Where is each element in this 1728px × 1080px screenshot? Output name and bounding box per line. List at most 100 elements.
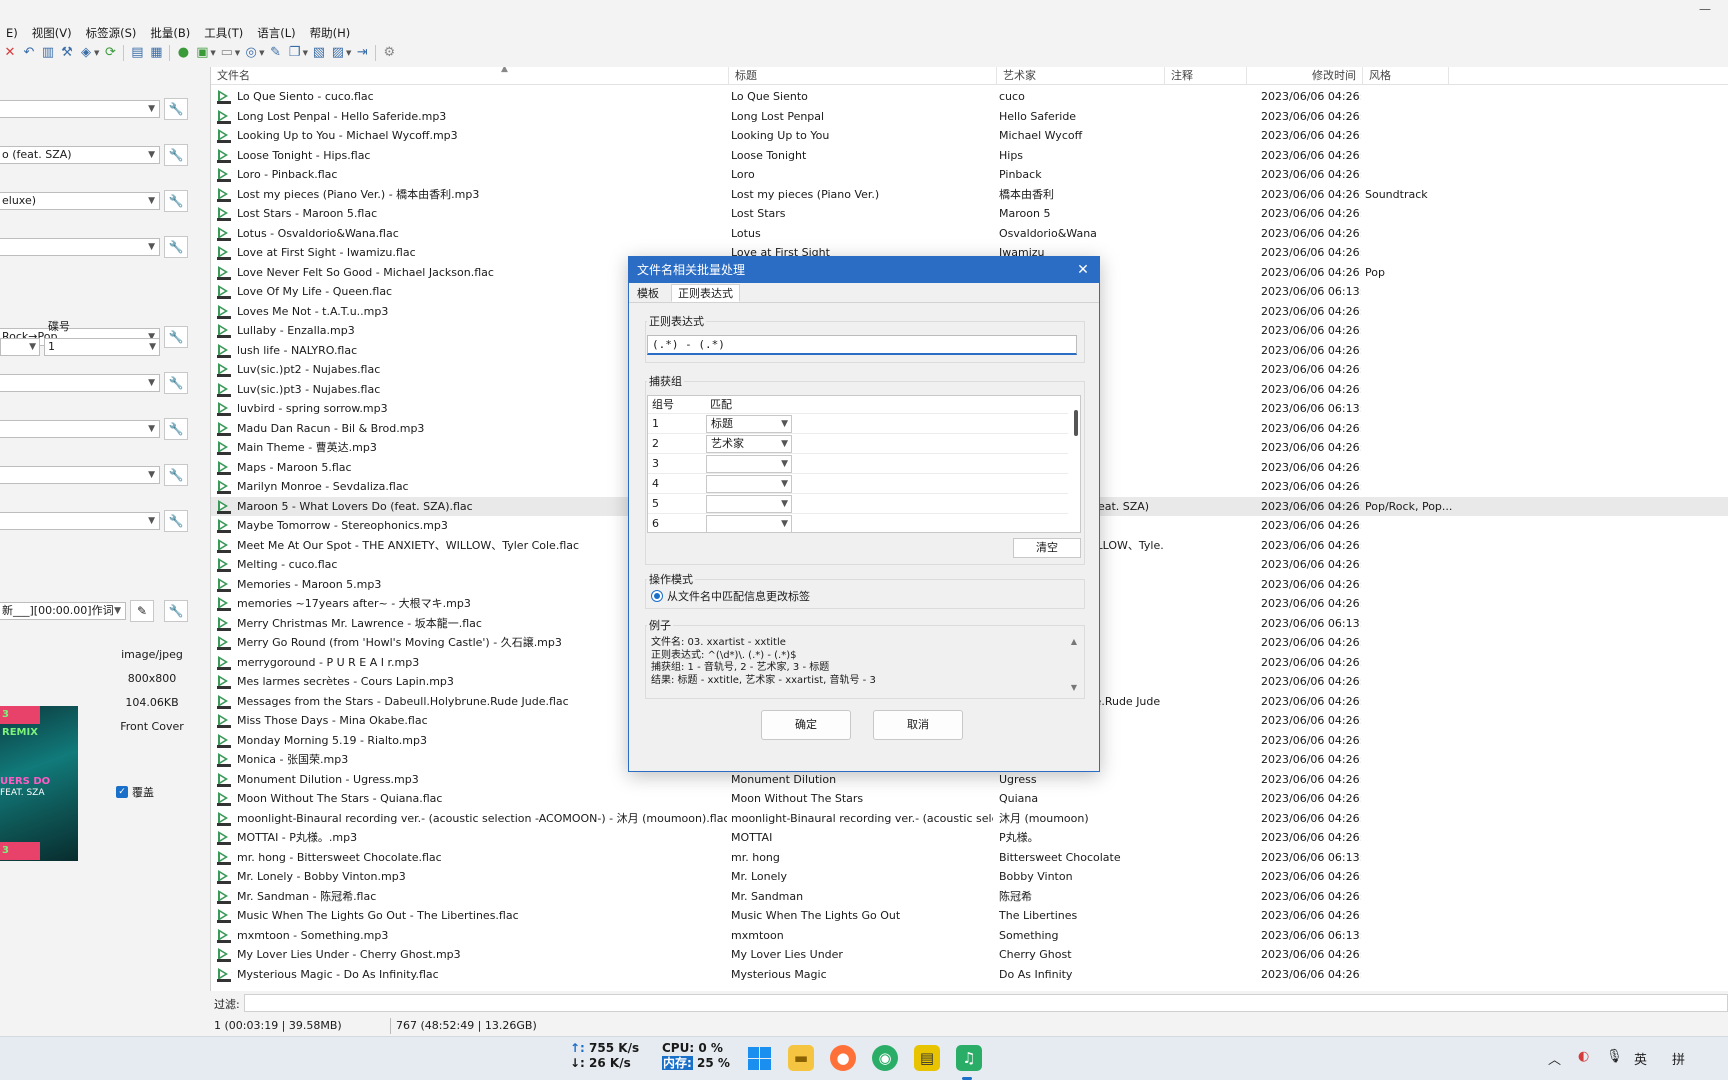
tag-field-tools-button[interactable]: 🔧 bbox=[164, 510, 188, 532]
wechat-icon[interactable]: ◉ bbox=[872, 1045, 898, 1071]
capture-select[interactable]: ▼ bbox=[706, 455, 792, 473]
column-header[interactable]: 注释 bbox=[1165, 67, 1247, 85]
album-cover[interactable]: 3 REMIX UERS DO FEAT. SZA 3 REMIX bbox=[0, 706, 78, 861]
lyrics-tools-button[interactable]: 🔧 bbox=[164, 600, 188, 622]
menu-item[interactable]: 标签源(S) bbox=[80, 24, 145, 42]
hammer-icon[interactable]: ✎ bbox=[268, 45, 284, 61]
mode-radio-option[interactable]: 从文件名中匹配信息更改标签 bbox=[651, 588, 810, 604]
tag-field-tools-button[interactable]: 🔧 bbox=[164, 190, 188, 212]
file-explorer-icon[interactable]: ▬ bbox=[788, 1045, 814, 1071]
menu-item[interactable]: 帮助(H) bbox=[304, 24, 359, 42]
tag-field-combo[interactable]: o (feat. SZA) ▼ bbox=[0, 146, 160, 164]
column-header[interactable]: 标题 bbox=[729, 67, 997, 85]
table-row[interactable]: Looking Up to You - Michael Wycoff.mp3 Lo… bbox=[211, 126, 1728, 146]
table-row[interactable]: Lotus - Osvaldorio&Wana.flac Lotus Osvaldo… bbox=[211, 224, 1728, 244]
tag-field-combo[interactable]: ▼ bbox=[0, 512, 160, 530]
table-row[interactable]: Loro - Pinback.flac Loro Pinback 2023/06/06… bbox=[211, 165, 1728, 185]
table-row[interactable]: My Lover Lies Under - Cherry Ghost.mp3 My… bbox=[211, 945, 1728, 965]
chevron-up-icon[interactable]: ︿ bbox=[1548, 1049, 1561, 1068]
tag-field-combo[interactable]: ▼ bbox=[0, 420, 160, 438]
abc-icon[interactable]: ▭ bbox=[219, 45, 235, 61]
menu-item[interactable]: 批量(B) bbox=[144, 24, 198, 42]
minimize-button[interactable]: — bbox=[1682, 0, 1728, 24]
table-row[interactable]: Lo Que Siento - cuco.flac Lo Que Siento cu… bbox=[211, 87, 1728, 107]
table-row[interactable]: Long Lost Penpal - Hello Saferide.mp3 Lon… bbox=[211, 107, 1728, 127]
batch-icon[interactable]: ▧ bbox=[311, 45, 327, 61]
menu-item[interactable]: 语言(L) bbox=[251, 24, 303, 42]
table-row[interactable]: mr. hong - Bittersweet Chocolate.flac mr.… bbox=[211, 848, 1728, 868]
overwrite-checkbox[interactable]: ✓ 覆盖 bbox=[116, 784, 154, 800]
table-row[interactable]: mxmtoon - Something.mp3 mxmtoon Something 2… bbox=[211, 926, 1728, 946]
column-header[interactable]: 修改时间 bbox=[1247, 67, 1363, 85]
capture-select[interactable]: ▼ bbox=[706, 475, 792, 493]
ime-language[interactable]: 英 bbox=[1634, 1049, 1647, 1068]
tag-field-tools-button[interactable]: 🔧 bbox=[164, 144, 188, 166]
ok-button[interactable]: 确定 bbox=[761, 710, 851, 740]
capture-select[interactable]: ▼ bbox=[706, 495, 792, 513]
capture-select[interactable]: 艺术家 ▼ bbox=[706, 435, 792, 453]
tag-field-tools-button[interactable]: 🔧 bbox=[164, 418, 188, 440]
grid-view-icon[interactable]: ▦ bbox=[148, 45, 164, 61]
delete-icon[interactable]: ✕ bbox=[2, 45, 18, 61]
table-row[interactable]: Mr. Sandman - 陈冠希.flac Mr. Sandman 陈冠希 2023… bbox=[211, 887, 1728, 907]
chevron-down-icon[interactable]: ▼ bbox=[235, 49, 240, 57]
column-header[interactable]: 文件名 bbox=[211, 67, 729, 85]
image-icon[interactable]: ▣ bbox=[194, 45, 210, 61]
ime-mode[interactable]: 拼 bbox=[1672, 1049, 1685, 1068]
windows-start-icon[interactable] bbox=[746, 1045, 772, 1071]
column-header[interactable]: 风格 bbox=[1363, 67, 1449, 85]
wrench-icon[interactable]: ⚒ bbox=[59, 45, 75, 61]
chevron-down-icon[interactable]: ▼ bbox=[94, 49, 99, 57]
filter-input[interactable] bbox=[244, 994, 1728, 1012]
table-row[interactable]: moonlight-Binaural recording ver.- (acou… bbox=[211, 809, 1728, 829]
table-row[interactable]: Loose Tonight - Hips.flac Loose Tonight Hi… bbox=[211, 146, 1728, 166]
chevron-down-icon[interactable]: ▼ bbox=[346, 49, 351, 57]
tag-field-tools-button[interactable]: 🔧 bbox=[164, 372, 188, 394]
capture-select[interactable]: ▼ bbox=[706, 515, 792, 532]
capture-scrollbar[interactable] bbox=[1074, 410, 1078, 436]
microphone-icon[interactable]: 🎙 bbox=[1606, 1049, 1623, 1064]
tag-field-tools-button[interactable]: 🔧 bbox=[164, 236, 188, 258]
notes-app-icon[interactable]: ▤ bbox=[914, 1045, 940, 1071]
column-header[interactable]: 艺术家 bbox=[997, 67, 1165, 85]
tag-tools-icon[interactable]: ◈ bbox=[78, 45, 94, 61]
table-row[interactable]: Music When The Lights Go Out - The Liber… bbox=[211, 906, 1728, 926]
book-icon[interactable]: ▥ bbox=[40, 45, 56, 61]
chevron-down-icon[interactable]: ▼ bbox=[259, 49, 264, 57]
track-number-combo[interactable]: ▼ bbox=[0, 338, 40, 356]
table-row[interactable]: Lost Stars - Maroon 5.flac Lost Stars Maro… bbox=[211, 204, 1728, 224]
close-icon[interactable]: ✕ bbox=[1073, 257, 1093, 283]
scroll-down-icon[interactable]: ▼ bbox=[1071, 682, 1077, 695]
music-tag-app-icon[interactable]: ♫ bbox=[956, 1045, 982, 1071]
tag-field-combo[interactable]: ▼ bbox=[0, 100, 160, 118]
tag-field-combo[interactable]: ▼ bbox=[0, 466, 160, 484]
lyrics-combo[interactable]: 新___][00:00.00]作词 ▼ bbox=[0, 602, 126, 620]
menu-item[interactable]: 工具(T) bbox=[198, 24, 251, 42]
copy-icon[interactable]: ❐ bbox=[287, 45, 303, 61]
list-view-icon[interactable]: ▤ bbox=[129, 45, 145, 61]
table-row[interactable]: Mr. Lonely - Bobby Vinton.mp3 Mr. Lonely B… bbox=[211, 867, 1728, 887]
table-row[interactable]: Monument Dilution - Ugress.mp3 Monument D… bbox=[211, 770, 1728, 790]
capture-select[interactable]: 标题 ▼ bbox=[706, 415, 792, 433]
chevron-down-icon[interactable]: ▼ bbox=[210, 49, 215, 57]
disc-number-combo[interactable]: 1 ▼ bbox=[44, 338, 160, 356]
scroll-up-icon[interactable]: ▲ bbox=[1071, 636, 1077, 649]
cancel-button[interactable]: 取消 bbox=[873, 710, 963, 740]
filter-icon[interactable]: ◎ bbox=[243, 45, 259, 61]
clear-button[interactable]: 清空 bbox=[1013, 538, 1081, 558]
chevron-down-icon[interactable]: ▼ bbox=[303, 49, 308, 57]
tab-regex[interactable]: 正则表达式 bbox=[671, 284, 740, 302]
regex-input[interactable]: (.*) - (.*) bbox=[647, 335, 1077, 355]
antivirus-icon[interactable]: ◐ bbox=[1578, 1049, 1589, 1064]
menu-item[interactable]: E) bbox=[0, 24, 26, 42]
tag-field-combo[interactable]: ▼ bbox=[0, 238, 160, 256]
convert-icon[interactable]: ▨ bbox=[330, 45, 346, 61]
table-row[interactable]: Lost my pieces (Piano Ver.) - 橋本由香利.mp3 L… bbox=[211, 185, 1728, 205]
table-row[interactable]: MOTTAI - P丸様。.mp3 MOTTAI P丸様。 2023/06/06 04… bbox=[211, 828, 1728, 848]
menu-item[interactable]: 视图(V) bbox=[26, 24, 80, 42]
tab-template[interactable]: 模板 bbox=[631, 285, 665, 303]
web-source-icon[interactable]: ● bbox=[175, 45, 191, 61]
export-icon[interactable]: ⇥ bbox=[354, 45, 370, 61]
tag-field-combo[interactable]: ▼ bbox=[0, 374, 160, 392]
edit-lyrics-button[interactable]: ✎ bbox=[130, 600, 154, 622]
